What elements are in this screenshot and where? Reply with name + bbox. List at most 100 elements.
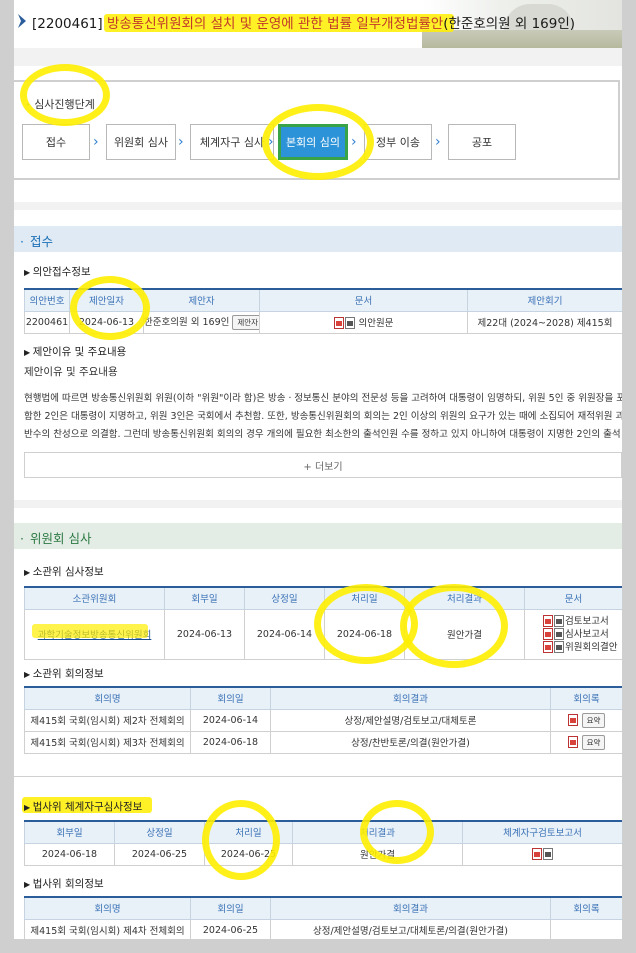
meeting-name-cell: 제415회 국회(임시회) 제3차 전체회의 bbox=[24, 730, 191, 754]
column-header: 처리일 bbox=[204, 820, 293, 844]
result-cell: 원안가결 bbox=[404, 608, 525, 660]
column-header: 의안번호 bbox=[24, 288, 70, 312]
summary-button[interactable]: 요약 bbox=[581, 734, 606, 750]
doc-committee-resolution[interactable]: 위원회의결안 bbox=[543, 641, 617, 654]
chevron-right-icon: › bbox=[435, 134, 441, 150]
reason-line: 반수의 찬성으로 의결함. 그런데 방송통신위원회 회의의 경우 개의에 필요한… bbox=[24, 429, 621, 440]
column-header: 제안일자 bbox=[69, 288, 144, 312]
section-receipt-title: 접수 bbox=[29, 234, 53, 249]
hwp-icon[interactable] bbox=[542, 848, 553, 860]
processed-date-cell: 2024-06-18 bbox=[324, 608, 405, 660]
hwp-icon[interactable] bbox=[554, 615, 564, 627]
column-header: 회의명 bbox=[24, 896, 191, 920]
column-header: 제안자 bbox=[143, 288, 260, 312]
column-header: 회의결과 bbox=[270, 896, 551, 920]
pdf-icon[interactable] bbox=[543, 641, 553, 653]
doc-examination-report[interactable]: 심사보고서 bbox=[543, 628, 609, 641]
reason-label: 제안이유 및 주요내용 bbox=[24, 366, 118, 378]
stage-step-government[interactable]: 정부 이송 bbox=[364, 124, 432, 160]
column-header: 체계자구검토보고서 bbox=[462, 820, 622, 844]
processed-date-cell: 2024-06-25 bbox=[204, 842, 293, 866]
table-row: 2024-06-18 2024-06-25 2024-06-25 원안가결 bbox=[24, 842, 622, 866]
minutes-cell: 요약 bbox=[550, 730, 622, 754]
pdf-icon[interactable] bbox=[333, 317, 344, 330]
referred-date-cell: 2024-06-18 bbox=[24, 842, 115, 866]
bill-name: 방송통신위원회의 설치 및 운영에 관한 법률 일부개정법률안 bbox=[106, 16, 444, 32]
receipt-info-title: 의안접수정보 bbox=[24, 264, 91, 279]
stage-step-promulgation[interactable]: 공포 bbox=[448, 124, 516, 160]
summary-button[interactable]: 요약 bbox=[581, 712, 606, 728]
meeting-date-cell: 2024-06-25 bbox=[190, 918, 271, 939]
proposer-list-button[interactable]: 제안자 목록 bbox=[232, 315, 259, 330]
bill-title: [2200461] 방송통신위원회의 설치 및 운영에 관한 법률 일부개정법률… bbox=[32, 12, 575, 32]
minutes-cell bbox=[550, 918, 622, 939]
table-row: 제415회 국회(임시회) 제4차 전체회의 2024-06-25 상정/제안설… bbox=[24, 918, 622, 939]
column-header: 회부일 bbox=[164, 586, 245, 610]
table-row: 제415회 국회(임시회) 제2차 전체회의 2024-06-14 상정/제안설… bbox=[24, 708, 622, 732]
pdf-icon[interactable] bbox=[543, 628, 553, 640]
meeting-name-cell: 제415회 국회(임시회) 제4차 전체회의 bbox=[24, 918, 191, 939]
chevron-right-icon: › bbox=[178, 134, 184, 150]
meeting-date-cell: 2024-06-18 bbox=[190, 730, 271, 754]
presented-date-cell: 2024-06-14 bbox=[244, 608, 325, 660]
column-header: 제안회기 bbox=[467, 288, 622, 312]
stage-step-committee[interactable]: 위원회 심사 bbox=[106, 124, 176, 160]
presented-date-cell: 2024-06-25 bbox=[114, 842, 205, 866]
section-committee-title: 위원회 심사 bbox=[29, 531, 92, 546]
proposal-date-cell: 2024-06-13 bbox=[69, 310, 144, 334]
judiciary-table: 회부일 상정일 처리일 처리결과 체계자구검토보고서 2024-06-18 20… bbox=[24, 820, 622, 866]
chevron-right-icon: › bbox=[93, 134, 99, 150]
stage-heading: · 심사진행단계 bbox=[26, 98, 95, 111]
committee-meeting-table: 회의명 회의일 회의결과 회의록 제415회 국회(임시회) 제2차 전체회의 … bbox=[24, 686, 622, 754]
stage-step-plenary[interactable]: 본회의 심의 bbox=[278, 124, 348, 160]
section-committee: · 위원회 심사 bbox=[14, 523, 622, 549]
hwp-icon[interactable] bbox=[554, 628, 564, 640]
result-cell: 원안가결 bbox=[292, 842, 463, 866]
pdf-icon[interactable] bbox=[543, 615, 553, 627]
meeting-name-cell: 제415회 국회(임시회) 제2차 전체회의 bbox=[24, 708, 191, 732]
column-header: 회의일 bbox=[190, 896, 271, 920]
proposer-cell: 한준호의원 외 169인제안자 목록 bbox=[143, 310, 260, 334]
judiciary-meeting-table: 회의명 회의일 회의결과 회의록 제415회 국회(임시회) 제4차 전체회의 … bbox=[24, 896, 622, 939]
more-button[interactable]: + 더보기 bbox=[24, 452, 622, 478]
pdf-icon[interactable] bbox=[567, 714, 578, 726]
column-header: 문서 bbox=[259, 288, 468, 312]
referred-date-cell: 2024-06-13 bbox=[164, 608, 245, 660]
hwp-icon[interactable] bbox=[554, 641, 564, 653]
proposer-text: 한준호의원 외 169인 bbox=[144, 317, 230, 328]
column-header: 문서 bbox=[524, 586, 622, 610]
committee-table: 소관위원회 회부일 상정일 처리일 처리결과 문서 과학기술정보방송통신위원회 … bbox=[24, 586, 622, 660]
section-receipt: · 접수 bbox=[14, 226, 622, 252]
column-header: 소관위원회 bbox=[24, 586, 165, 610]
column-header: 회의일 bbox=[190, 686, 271, 710]
meeting-date-cell: 2024-06-14 bbox=[190, 708, 271, 732]
bill-detail-page: [2200461] 방송통신위원회의 설치 및 운영에 관한 법률 일부개정법률… bbox=[14, 0, 622, 939]
column-header: 회의록 bbox=[550, 896, 622, 920]
session-cell: 제22대 (2024~2028) 제415회 bbox=[467, 310, 622, 334]
reason-title: 제안이유 및 주요내용 bbox=[24, 344, 127, 359]
column-header: 상정일 bbox=[114, 820, 205, 844]
pdf-icon[interactable] bbox=[531, 848, 542, 860]
chevron-right-icon: › bbox=[268, 134, 274, 150]
stage-step-receipt[interactable]: 접수 bbox=[22, 124, 90, 160]
committee-info-title: 소관위 심사정보 bbox=[24, 564, 104, 579]
column-header: 처리결과 bbox=[404, 586, 525, 610]
pdf-icon[interactable] bbox=[567, 736, 578, 748]
hwp-icon[interactable] bbox=[344, 317, 355, 330]
stage-step-legal-review[interactable]: 체계자구 심사 bbox=[190, 124, 274, 160]
column-header: 처리결과 bbox=[292, 820, 463, 844]
reason-line: 함한 2인은 대통령이 지명하고, 위원 3인은 국회에서 추천함. 또한, 방… bbox=[24, 411, 622, 422]
meeting-result-cell: 상정/제안설명/검토보고/대체토론/의결(원안가결) bbox=[270, 918, 551, 939]
reason-line: 현행법에 따르면 방송통신위원회 위원(이하 "위원"이라 함)은 방송ㆍ정보통… bbox=[24, 393, 622, 404]
reason-text: 현행법에 따르면 방송통신위원회 위원(이하 "위원"이라 함)은 방송ㆍ정보통… bbox=[24, 390, 622, 444]
doc-review-report[interactable]: 검토보고서 bbox=[543, 615, 609, 628]
chevron-right-icon: › bbox=[351, 134, 357, 150]
original-bill-link[interactable]: 의안원문 bbox=[359, 318, 394, 329]
document-cell[interactable]: 의안원문 bbox=[259, 310, 468, 334]
highlight-underline bbox=[32, 624, 148, 638]
judiciary-info-title: 법사위 체계자구심사정보 bbox=[24, 799, 143, 814]
bill-proposer: (한준호의원 외 169인) bbox=[443, 16, 576, 32]
column-header: 회부일 bbox=[24, 820, 115, 844]
column-header: 회의명 bbox=[24, 686, 191, 710]
judiciary-meeting-title: 법사위 회의정보 bbox=[24, 876, 104, 891]
